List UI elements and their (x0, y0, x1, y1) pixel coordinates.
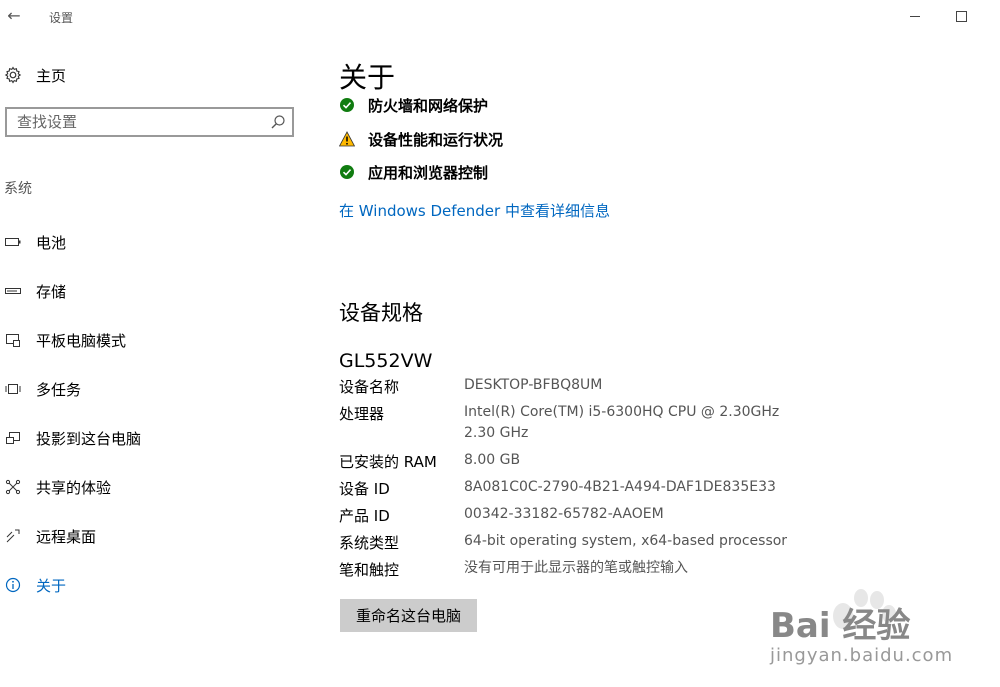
sidebar-item-label: 关于 (36, 576, 67, 595)
status-app-browser: 应用和浏览器控制 (339, 161, 488, 183)
spec-value-device-id: 8A081C0C-2790-4B21-A494-DAF1DE835E33 (464, 479, 776, 495)
tablet-mode-icon (4, 331, 22, 349)
spec-label-pen-touch: 笔和触控 (339, 561, 400, 579)
storage-icon (4, 282, 22, 300)
warning-icon (339, 131, 355, 147)
sidebar-item-multitasking[interactable]: 多任务 (4, 376, 294, 402)
shared-experiences-icon (4, 478, 22, 496)
spec-label-product-id: 产品 ID (339, 507, 390, 525)
spec-value-processor: Intel(R) Core(TM) i5-6300HQ CPU @ 2.30GH… (464, 404, 780, 420)
project-icon (4, 429, 22, 447)
status-device-health: 设备性能和运行状况 (339, 128, 503, 150)
status-label: 防火墙和网络保护 (368, 96, 489, 115)
device-model: GL552VW (339, 350, 433, 372)
check-circle-icon (340, 98, 354, 112)
status-label: 应用和浏览器控制 (368, 163, 489, 182)
spec-value-product-id: 00342-33182-65782-AAOEM (464, 506, 664, 522)
back-arrow-icon[interactable]: ← (4, 6, 24, 26)
sidebar-item-label: 多任务 (36, 380, 82, 399)
info-icon (4, 576, 22, 594)
spec-label-device-name: 设备名称 (339, 378, 400, 396)
sidebar-home[interactable]: 主页 (4, 64, 66, 86)
battery-icon (4, 233, 22, 251)
sidebar-item-label: 投影到这台电脑 (36, 429, 142, 448)
status-label: 设备性能和运行状况 (368, 130, 504, 149)
multitasking-icon (4, 380, 22, 398)
sidebar-item-tablet-mode[interactable]: 平板电脑模式 (4, 327, 294, 353)
search-box[interactable] (5, 107, 294, 137)
rename-pc-button[interactable]: 重命名这台电脑 (340, 599, 477, 632)
sidebar-item-project[interactable]: 投影到这台电脑 (4, 425, 294, 451)
section-label-system: 系统 (4, 181, 32, 197)
sidebar-item-label: 电池 (36, 233, 67, 252)
sidebar-item-remote-desktop[interactable]: 远程桌面 (4, 523, 294, 549)
page-title: 关于 (339, 61, 396, 94)
spec-label-device-id: 设备 ID (339, 480, 390, 498)
specs-heading: 设备规格 (339, 301, 423, 325)
sidebar-item-shared-experiences[interactable]: 共享的体验 (4, 474, 294, 500)
defender-details-link[interactable]: 在 Windows Defender 中查看详细信息 (339, 200, 610, 221)
sidebar-item-about[interactable]: 关于 (4, 572, 294, 598)
spec-value-system-type: 64-bit operating system, x64-based proce… (464, 533, 788, 549)
status-firewall: 防火墙和网络保护 (339, 94, 488, 116)
sidebar-item-storage[interactable]: 存储 (4, 278, 294, 304)
sidebar-item-battery[interactable]: 电池 (4, 229, 294, 255)
sidebar-item-label: 平板电脑模式 (36, 331, 127, 350)
spec-label-processor: 处理器 (339, 405, 385, 423)
spec-value-ram: 8.00 GB (464, 452, 521, 468)
maximize-button[interactable] (951, 6, 971, 26)
sidebar-item-label: 共享的体验 (36, 478, 112, 497)
spec-value-pen-touch: 没有可用于此显示器的笔或触控输入 (464, 560, 688, 576)
search-input[interactable] (7, 109, 267, 135)
sidebar-item-label: 远程桌面 (36, 527, 97, 546)
home-label: 主页 (36, 66, 67, 85)
title-bar: ← 设置 (0, 0, 1000, 32)
search-icon[interactable] (270, 114, 286, 130)
sidebar-item-label: 存储 (36, 282, 67, 301)
spec-value-processor-speed: 2.30 GHz (464, 425, 529, 441)
remote-desktop-icon (4, 527, 22, 545)
spec-label-ram: 已安装的 RAM (339, 453, 437, 471)
watermark-text: Bai 经验 (770, 606, 911, 646)
spec-value-device-name: DESKTOP-BFBQ8UM (464, 377, 603, 393)
gear-icon (4, 66, 22, 84)
spec-label-system-type: 系统类型 (339, 534, 400, 552)
minimize-button[interactable] (905, 6, 925, 26)
check-circle-icon (340, 165, 354, 179)
watermark-url: jingyan.baidu.com (770, 645, 954, 666)
window-title: 设置 (49, 11, 74, 25)
